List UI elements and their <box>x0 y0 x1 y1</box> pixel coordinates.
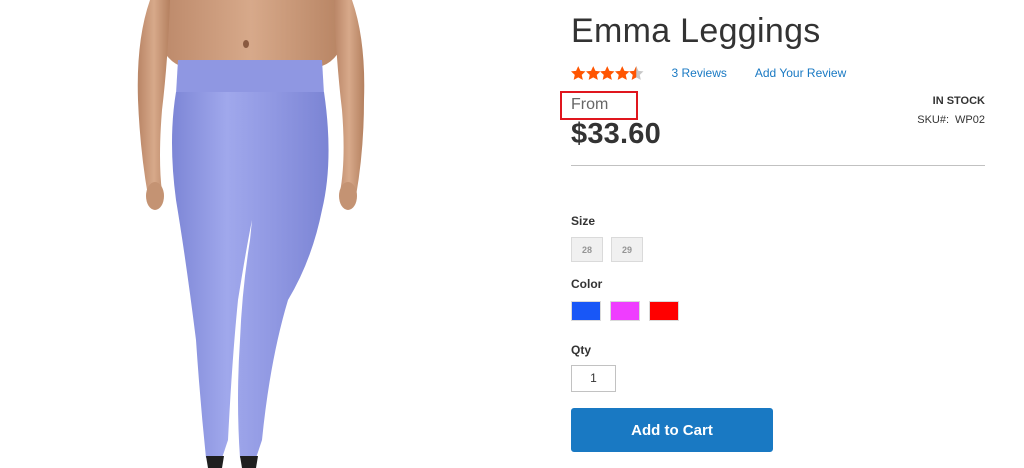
product-reviews-summary: 3 Reviews Add Your Review <box>571 64 846 82</box>
product-sku: SKU#: WP02 <box>917 114 985 126</box>
star-full-icon <box>600 66 615 80</box>
sku-value: WP02 <box>955 114 985 126</box>
qty-input[interactable]: 1 <box>571 365 616 392</box>
size-option-29[interactable]: 29 <box>611 237 643 262</box>
product-price: $33.60 <box>571 118 661 150</box>
size-label: Size <box>571 214 596 228</box>
product-title: Emma Leggings <box>571 12 821 50</box>
product-page: Emma Leggings 3 Reviews Add Your Review … <box>0 0 1024 468</box>
add-review-link[interactable]: Add Your Review <box>755 66 846 80</box>
price-prefix: From <box>571 96 609 113</box>
star-full-icon <box>585 66 600 80</box>
star-full-icon <box>614 66 629 80</box>
stock-status: IN STOCK <box>932 95 985 107</box>
color-option-red[interactable] <box>649 301 679 321</box>
divider <box>571 165 985 166</box>
rating-stars <box>571 66 644 80</box>
product-info: Emma Leggings 3 Reviews Add Your Review … <box>560 0 985 468</box>
color-label: Color <box>571 277 603 291</box>
add-to-cart-button[interactable]: Add to Cart <box>571 408 773 452</box>
color-options <box>571 301 679 321</box>
color-option-blue[interactable] <box>571 301 601 321</box>
star-half-icon <box>629 66 644 80</box>
product-photo <box>137 0 365 468</box>
color-option-purple[interactable] <box>610 301 640 321</box>
qty-label: Qty <box>571 343 592 357</box>
sku-label: SKU#: <box>917 114 950 126</box>
size-option-28[interactable]: 28 <box>571 237 603 262</box>
reviews-link[interactable]: 3 Reviews <box>672 66 727 80</box>
product-image[interactable] <box>0 0 520 468</box>
size-options: 28 29 <box>571 237 643 262</box>
star-full-icon <box>571 66 586 80</box>
